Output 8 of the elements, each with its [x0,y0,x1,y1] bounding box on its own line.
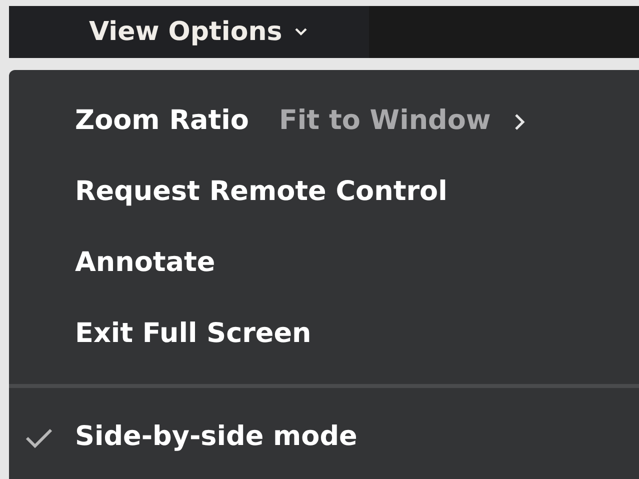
menu-item[interactable]: Annotate [9,228,639,299]
menu-item[interactable]: Request Remote Control [9,157,639,228]
menu-item[interactable]: Side-by-side mode [9,402,639,473]
menu-item[interactable]: Exit Full Screen [9,299,639,370]
view-options-button[interactable]: View Options [9,6,369,58]
chevron-right-icon [512,112,525,130]
menu-item[interactable]: Zoom Ratio Fit to Window [9,86,639,157]
checkmark-icon [25,426,53,448]
